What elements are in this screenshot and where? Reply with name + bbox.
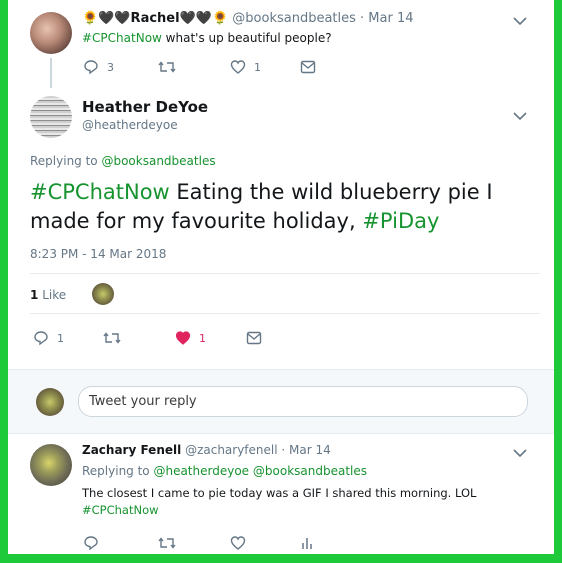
dm-button[interactable] xyxy=(300,60,316,74)
analytics-icon xyxy=(302,538,312,549)
author-name[interactable]: Heather DeYoe xyxy=(82,98,208,116)
author-handle-date[interactable]: @zacharyfenell · Mar 14 xyxy=(185,443,331,457)
dm-icon xyxy=(246,331,262,345)
author-handle-date[interactable]: @booksandbeatles · Mar 14 xyxy=(232,11,413,26)
dm-button[interactable] xyxy=(246,331,262,345)
mention-link[interactable]: @booksandbeatles xyxy=(253,464,367,478)
reply-icon xyxy=(84,536,98,551)
like-icon xyxy=(175,331,191,345)
divider xyxy=(30,313,540,314)
replying-to: Replying to @booksandbeatles xyxy=(30,154,216,168)
liker-avatar[interactable] xyxy=(92,283,114,305)
reply-button[interactable]: 3 xyxy=(83,59,114,75)
avatar[interactable] xyxy=(30,444,72,486)
tweet-text: #CPChatNow Eating the wild blueberry pie… xyxy=(30,180,493,233)
chevron-down-icon[interactable] xyxy=(513,17,529,27)
avatar[interactable] xyxy=(30,12,72,54)
mention-link[interactable]: @heatherdeyoe xyxy=(153,464,249,478)
retweet-button[interactable] xyxy=(158,59,176,75)
reply-button[interactable] xyxy=(83,535,99,551)
author-name[interactable]: 🌻🖤🖤Rachel🖤🖤🌻 xyxy=(82,11,228,26)
reply-icon xyxy=(84,60,98,75)
hashtag-link[interactable]: #CPChatNow xyxy=(82,502,522,519)
tweet-header: Zachary Fenell @zacharyfenell · Mar 14 xyxy=(82,443,331,457)
avatar[interactable] xyxy=(30,96,72,138)
retweet-icon xyxy=(158,61,176,73)
hashtag-link[interactable]: #PiDay xyxy=(362,209,439,233)
author-name[interactable]: Zachary Fenell xyxy=(82,443,181,457)
like-button[interactable]: 1 xyxy=(175,330,206,346)
conversation-panel: 🌻🖤🖤Rachel🖤🖤🌻 @booksandbeatles · Mar 14 #… xyxy=(8,0,554,554)
reply-button[interactable]: 1 xyxy=(33,330,64,346)
like-button[interactable] xyxy=(230,535,246,551)
mention-link[interactable]: @booksandbeatles xyxy=(101,154,215,168)
like-icon xyxy=(230,536,246,550)
like-button[interactable]: 1 xyxy=(230,59,261,75)
hashtag-link[interactable]: #CPChatNow xyxy=(82,31,162,45)
replying-to: Replying to @heatherdeyoe @booksandbeatl… xyxy=(82,464,367,478)
analytics-button[interactable] xyxy=(300,535,314,551)
like-icon xyxy=(230,60,246,74)
retweet-icon xyxy=(158,537,176,549)
avatar[interactable] xyxy=(36,388,64,416)
like-stats[interactable]: 1 Like xyxy=(30,288,66,302)
like-count: 1 xyxy=(199,331,206,345)
author-handle[interactable]: @heatherdeyoe xyxy=(82,118,178,132)
like-count: 1 xyxy=(254,60,261,74)
dm-icon xyxy=(300,60,316,74)
retweet-button[interactable] xyxy=(103,330,121,346)
reply-input[interactable]: Tweet your reply xyxy=(78,386,528,417)
hashtag-link[interactable]: #CPChatNow xyxy=(30,180,170,204)
tweet-text: The closest I came to pie today was a GI… xyxy=(82,485,522,519)
reply-count: 3 xyxy=(107,60,114,74)
thread-line xyxy=(50,58,52,88)
reply-count: 1 xyxy=(57,331,64,345)
divider xyxy=(30,273,540,274)
reply-icon xyxy=(34,331,48,346)
retweet-icon xyxy=(103,332,121,344)
tweet-text: #CPChatNow what's up beautiful people? xyxy=(82,31,332,45)
tweet-timestamp[interactable]: 8:23 PM - 14 Mar 2018 xyxy=(30,247,166,261)
tweet-header: 🌻🖤🖤Rachel🖤🖤🌻 @booksandbeatles · Mar 14 xyxy=(82,11,414,26)
chevron-down-icon[interactable] xyxy=(513,449,529,459)
retweet-button[interactable] xyxy=(158,535,176,551)
chevron-down-icon[interactable] xyxy=(513,112,529,122)
